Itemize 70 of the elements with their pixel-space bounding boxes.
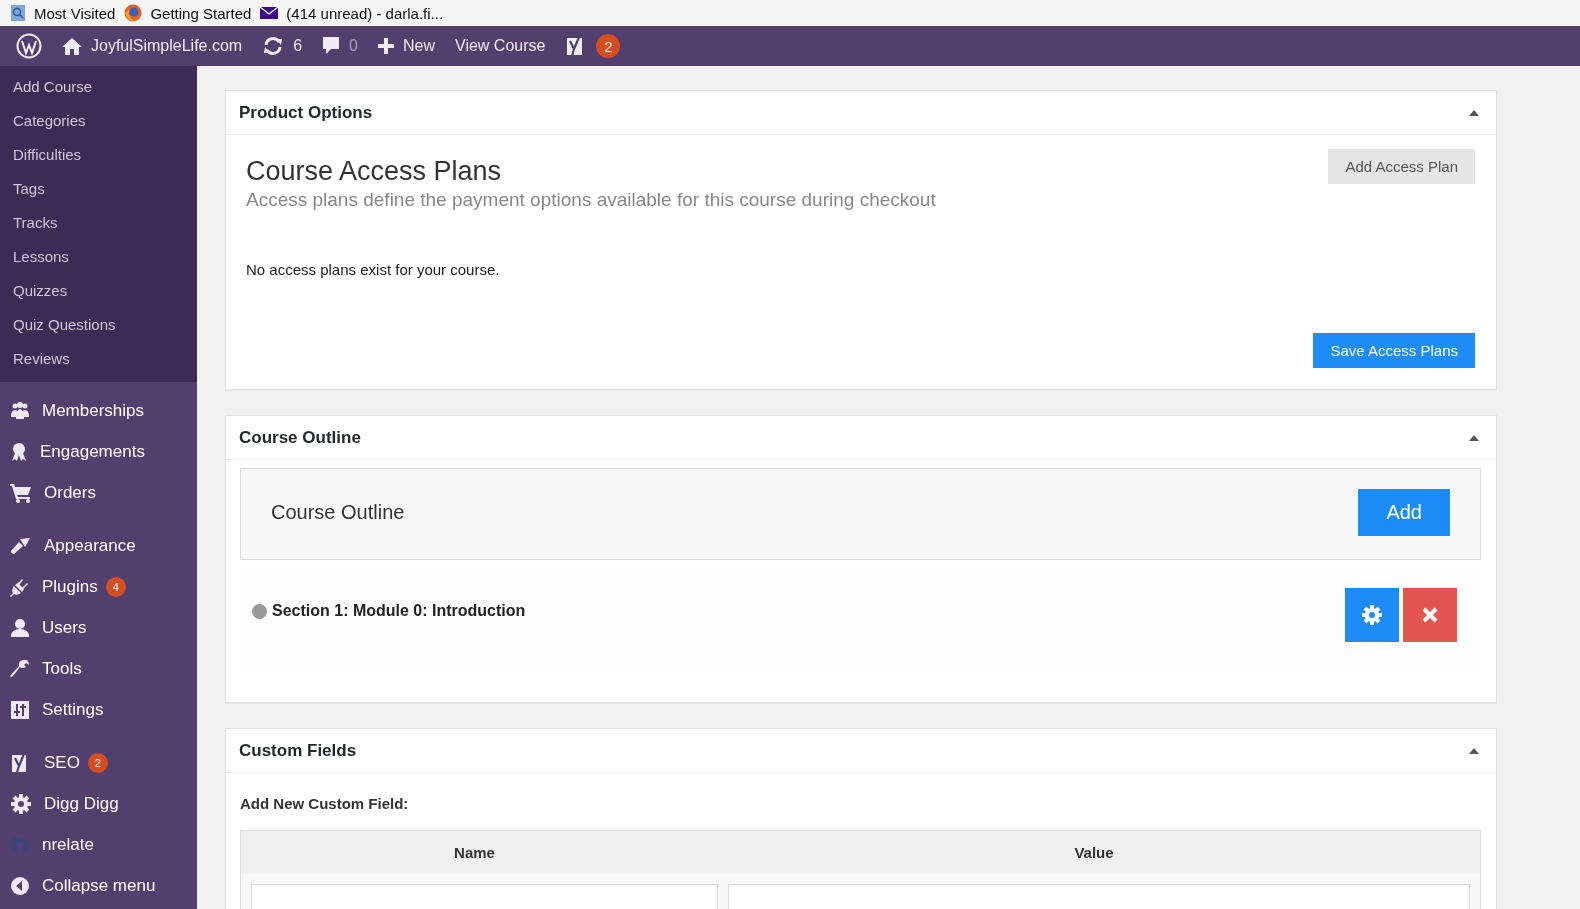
home-icon <box>62 37 82 55</box>
wrench-icon <box>10 658 30 679</box>
menu-item[interactable]: nrelate <box>0 824 197 865</box>
cart-icon <box>10 482 32 503</box>
submenu-item[interactable]: Tracks <box>0 206 197 240</box>
count-badge: 2 <box>87 752 108 773</box>
bookmark-folder-icon <box>10 4 26 22</box>
submenu-item[interactable]: Add Course <box>0 70 197 104</box>
menu-item[interactable]: Users <box>0 607 197 648</box>
panel-title: Custom Fields <box>239 740 357 761</box>
speech-bubble-icon <box>322 36 341 56</box>
gear-icon <box>1361 604 1383 626</box>
description-text: Access plans define the payment options available for this course during checkout <box>246 189 936 211</box>
menu-item[interactable]: Tools <box>0 648 197 689</box>
collapse-toggle-icon[interactable] <box>1468 108 1480 117</box>
seo-menu-link[interactable]: 2 <box>555 26 631 66</box>
sliders-icon <box>10 699 30 720</box>
user-icon <box>10 617 30 638</box>
submenu-item[interactable]: Lessons <box>0 240 197 274</box>
envelope-icon <box>260 6 279 20</box>
plug-icon <box>10 576 30 597</box>
submenu-item[interactable]: Tags <box>0 172 197 206</box>
menu-item[interactable]: Digg Digg <box>0 783 197 824</box>
new-content-link[interactable]: New <box>368 26 445 66</box>
bookmark-link[interactable]: (414 unread) - darla.fi... <box>260 4 444 22</box>
count-badge: 4 <box>105 576 126 597</box>
delete-button[interactable] <box>1403 588 1457 642</box>
submenu-item[interactable]: Categories <box>0 104 197 138</box>
menu-item[interactable]: Collapse menu <box>0 865 197 906</box>
menu-item[interactable]: SEO 2 <box>0 730 197 783</box>
value-input-field[interactable] <box>728 884 1470 909</box>
column-header: Name <box>453 844 496 861</box>
menu-item[interactable]: Plugins 4 <box>0 566 197 607</box>
empty-message: No access plans exist for your course. <box>246 261 501 278</box>
submenu-item[interactable]: Difficulties <box>0 138 197 172</box>
people-icon <box>10 401 30 420</box>
settings-button[interactable] <box>1345 588 1399 642</box>
paintbrush-icon <box>10 536 32 555</box>
site-name-link[interactable]: JoyfulSimpleLife.com <box>52 26 253 66</box>
menu-item[interactable]: Orders <box>0 472 197 513</box>
bookmark-link[interactable]: Getting Started <box>124 4 252 22</box>
refresh-icon <box>262 36 285 56</box>
collapse-toggle-icon[interactable] <box>1468 433 1480 442</box>
drag-handle-icon[interactable] <box>252 603 267 619</box>
collapse-toggle-icon[interactable] <box>1468 746 1480 755</box>
section-title: Section 1: Module 0: Introduction <box>272 602 526 620</box>
field-label: Add New Custom Field: <box>240 795 410 812</box>
firefox-logo-icon <box>124 4 143 22</box>
name-input-field[interactable] <box>251 884 718 909</box>
add-access-plan-button[interactable]: Add Access Plan <box>1328 149 1475 184</box>
menu-item[interactable]: Appearance <box>0 513 197 566</box>
plus-icon <box>378 38 394 54</box>
section-heading: Course Access Plans <box>246 156 503 187</box>
column-header: Value <box>1073 844 1115 861</box>
updates-link[interactable]: 6 <box>252 26 313 66</box>
panel-title: Product Options <box>239 102 373 123</box>
comments-link[interactable]: 0 <box>312 26 368 66</box>
menu-item[interactable]: Memberships <box>0 390 197 431</box>
close-icon <box>1422 607 1438 623</box>
bookmark-link[interactable]: Most Visited <box>10 4 116 22</box>
ribbon-award-icon <box>10 441 28 462</box>
menu-item[interactable]: Engagements <box>0 431 197 472</box>
panel-title: Course Outline <box>239 427 361 448</box>
submenu-item[interactable]: Quiz Questions <box>0 308 197 342</box>
gear-icon <box>10 792 32 815</box>
submenu-item[interactable]: Reviews <box>0 342 197 376</box>
menu-item[interactable]: Settings <box>0 689 197 730</box>
outline-title: Course Outline <box>271 501 405 524</box>
submenu-item[interactable]: Quizzes <box>0 274 197 308</box>
view-course-link[interactable]: View Course <box>445 26 556 66</box>
